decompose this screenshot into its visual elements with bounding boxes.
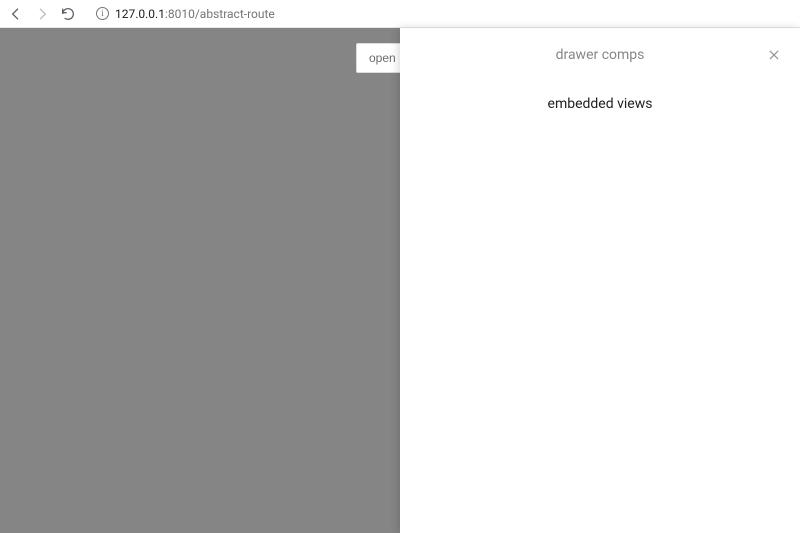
browser-chrome: i 127.0.0.1:8010/abstract-route [0, 0, 800, 28]
drawer-title: drawer comps [556, 47, 645, 63]
drawer-body: embedded views [400, 82, 800, 533]
drawer-close-button[interactable] [766, 47, 782, 63]
reload-button[interactable] [60, 6, 76, 22]
back-button[interactable] [8, 6, 24, 22]
url-text: 127.0.0.1:8010/abstract-route [115, 7, 275, 21]
arrow-right-icon [34, 6, 50, 22]
url-path: :8010/abstract-route [165, 7, 275, 21]
close-icon [767, 48, 781, 62]
address-bar[interactable]: i 127.0.0.1:8010/abstract-route [88, 4, 792, 24]
reload-icon [60, 6, 76, 22]
drawer-header: drawer comps [400, 28, 800, 82]
url-host: 127.0.0.1 [115, 7, 165, 21]
page-area: open drawer comps embedded views [0, 28, 800, 533]
forward-button[interactable] [34, 6, 50, 22]
arrow-left-icon [8, 6, 24, 22]
nav-buttons [8, 6, 76, 22]
drawer-content: embedded views [420, 96, 780, 112]
site-info-icon[interactable]: i [96, 7, 109, 20]
drawer-panel: drawer comps embedded views [400, 28, 800, 533]
